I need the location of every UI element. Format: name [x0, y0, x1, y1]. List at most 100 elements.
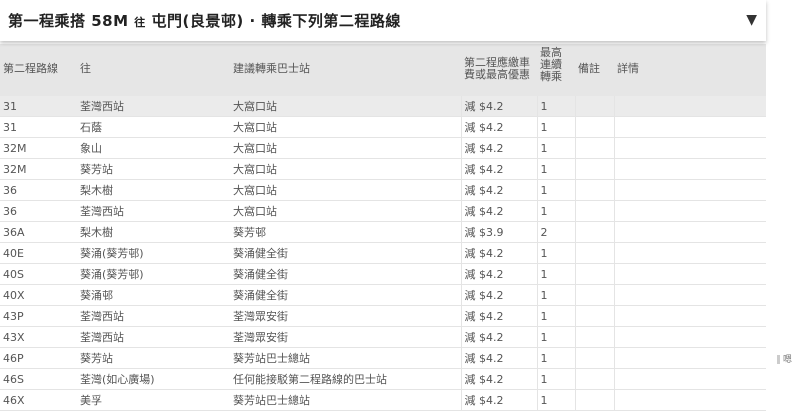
row-fare-cell: 減 $4.2	[460, 284, 538, 306]
side-feedback-tab[interactable]: 嗯	[777, 352, 798, 366]
row-detail-cell	[614, 221, 766, 243]
row-to-cell: 美孚	[77, 389, 230, 411]
row-max-transfers-cell: 1	[537, 200, 576, 222]
row-stop-cell: 葵涌健全街	[230, 284, 461, 306]
row-fare-cell: 減 $4.2	[460, 368, 538, 390]
row-note-cell	[575, 242, 615, 264]
title-destination: 屯門(良景邨)	[151, 12, 244, 30]
row-max-transfers-cell: 1	[537, 347, 576, 369]
interchange-panel: 第一程乘搭 58M 往 屯門(良景邨) · 轉乘下列第二程路線 ▼ 第二程路線 …	[0, 0, 766, 411]
table-row[interactable]: 40S 葵涌(葵芳邨) 葵涌健全街減 $4.2 1	[0, 263, 766, 285]
row-max-transfers-cell: 1	[537, 389, 576, 411]
side-tab-handle-icon	[777, 355, 780, 364]
row-stop-cell: 葵涌健全街	[230, 242, 461, 264]
col-stop-header: 建議轉乘巴士站	[233, 62, 310, 75]
row-fare-cell: 減 $4.2	[460, 305, 538, 327]
table-row[interactable]: 40E 葵涌(葵芳邨) 葵涌健全街減 $4.2 1	[0, 242, 766, 264]
table-row[interactable]: 36 荃灣西站 大窩口站減 $4.2 1	[0, 200, 766, 222]
row-route-cell: 43X	[0, 326, 77, 348]
row-note-cell	[575, 347, 615, 369]
row-to-cell: 荃灣西站	[77, 305, 230, 327]
row-stop-cell: 葵芳邨	[230, 221, 461, 243]
row-note-cell	[575, 305, 615, 327]
row-stop-cell: 荃灣眾安街	[230, 326, 461, 348]
row-max-transfers-cell: 1	[537, 263, 576, 285]
row-stop-cell: 大窩口站	[230, 158, 461, 180]
side-tab-label: 嗯	[783, 355, 793, 365]
title-route: 58M	[91, 12, 129, 30]
row-note-cell	[575, 389, 615, 411]
row-detail-cell	[614, 389, 766, 411]
row-detail-cell	[614, 242, 766, 264]
table-row[interactable]: 40X 葵涌邨 葵涌健全街減 $4.2 1	[0, 284, 766, 306]
row-detail-cell	[614, 305, 766, 327]
row-max-transfers-cell: 1	[537, 179, 576, 201]
title-to-word: 往	[134, 16, 146, 29]
col-note-header: 備註	[578, 62, 600, 75]
col-max-header-line3: 轉乘	[540, 70, 562, 83]
table-row[interactable]: 31 荃灣西站 大窩口站減 $4.2 1	[0, 96, 766, 117]
row-route-cell: 40X	[0, 284, 77, 306]
row-max-transfers-cell: 1	[537, 116, 576, 138]
table-row[interactable]: 36A 梨木樹 葵芳邨減 $3.9 2	[0, 221, 766, 243]
row-route-cell: 43P	[0, 305, 77, 327]
col-fare-header-line2: 費或最高優惠	[464, 68, 530, 81]
row-fare-cell: 減 $4.2	[460, 116, 538, 138]
title-prefix: 第一程乘搭	[8, 12, 86, 30]
row-fare-cell: 減 $4.2	[460, 200, 538, 222]
table-row[interactable]: 46S 荃灣(如心廣場) 任何能接駁第二程路線的巴士站減 $4.2 1	[0, 368, 766, 390]
table-row[interactable]: 36 梨木樹 大窩口站減 $4.2 1	[0, 179, 766, 201]
table-header: 第二程路線 往 建議轉乘巴士站 第二程應繳車 費或最高優惠 最高 連續 轉乘 備…	[0, 44, 766, 96]
row-max-transfers-cell: 1	[537, 96, 576, 117]
table-row[interactable]: 46X 美孚 葵芳站巴士總站減 $4.2 1	[0, 389, 766, 411]
table-row[interactable]: 46P 葵芳站 葵芳站巴士總站減 $4.2 1	[0, 347, 766, 369]
row-max-transfers-cell: 1	[537, 305, 576, 327]
row-note-cell	[575, 158, 615, 180]
row-stop-cell: 大窩口站	[230, 200, 461, 222]
row-fare-cell: 減 $4.2	[460, 158, 538, 180]
col-detail-header: 詳情	[617, 62, 639, 75]
row-max-transfers-cell: 1	[537, 326, 576, 348]
row-stop-cell: 葵芳站巴士總站	[230, 389, 461, 411]
table-row[interactable]: 32M 葵芳站 大窩口站減 $4.2 1	[0, 158, 766, 180]
row-stop-cell: 大窩口站	[230, 179, 461, 201]
collapse-toggle-icon[interactable]: ▼	[746, 12, 757, 28]
row-to-cell: 梨木樹	[77, 179, 230, 201]
col-route-header: 第二程路線	[3, 62, 58, 75]
row-stop-cell: 任何能接駁第二程路線的巴士站	[230, 368, 461, 390]
row-max-transfers-cell: 1	[537, 158, 576, 180]
row-route-cell: 36	[0, 200, 77, 222]
table-row[interactable]: 31 石蔭 大窩口站減 $4.2 1	[0, 116, 766, 138]
row-stop-cell: 大窩口站	[230, 137, 461, 159]
row-note-cell	[575, 116, 615, 138]
row-route-cell: 31	[0, 96, 77, 117]
row-note-cell	[575, 263, 615, 285]
row-route-cell: 36A	[0, 221, 77, 243]
row-note-cell	[575, 179, 615, 201]
panel-header[interactable]: 第一程乘搭 58M 往 屯門(良景邨) · 轉乘下列第二程路線 ▼	[0, 0, 766, 41]
table-row[interactable]: 32M 象山 大窩口站減 $4.2 1	[0, 137, 766, 159]
row-to-cell: 葵芳站	[77, 347, 230, 369]
col-fare-header: 第二程應繳車 費或最高優惠	[464, 57, 530, 81]
row-stop-cell: 大窩口站	[230, 96, 461, 117]
row-route-cell: 46X	[0, 389, 77, 411]
row-detail-cell	[614, 179, 766, 201]
row-fare-cell: 減 $4.2	[460, 179, 538, 201]
table-row[interactable]: 43P 荃灣西站 荃灣眾安街減 $4.2 1	[0, 305, 766, 327]
row-route-cell: 40E	[0, 242, 77, 264]
row-detail-cell	[614, 368, 766, 390]
col-max-header: 最高 連續 轉乘	[540, 47, 562, 83]
row-detail-cell	[614, 263, 766, 285]
row-stop-cell: 大窩口站	[230, 116, 461, 138]
route-table: 31 荃灣西站 大窩口站減 $4.2 1 31 石蔭 大窩口站減 $4.2 1 32M 象山 大窩口…	[0, 96, 766, 411]
row-route-cell: 40S	[0, 263, 77, 285]
row-route-cell: 32M	[0, 158, 77, 180]
row-to-cell: 葵涌(葵芳邨)	[77, 263, 230, 285]
panel-title: 第一程乘搭 58M 往 屯門(良景邨) · 轉乘下列第二程路線	[8, 10, 401, 31]
row-fare-cell: 減 $4.2	[460, 326, 538, 348]
row-detail-cell	[614, 137, 766, 159]
row-fare-cell: 減 $4.2	[460, 242, 538, 264]
row-note-cell	[575, 221, 615, 243]
table-row[interactable]: 43X 荃灣西站 荃灣眾安街減 $4.2 1	[0, 326, 766, 348]
row-max-transfers-cell: 1	[537, 242, 576, 264]
